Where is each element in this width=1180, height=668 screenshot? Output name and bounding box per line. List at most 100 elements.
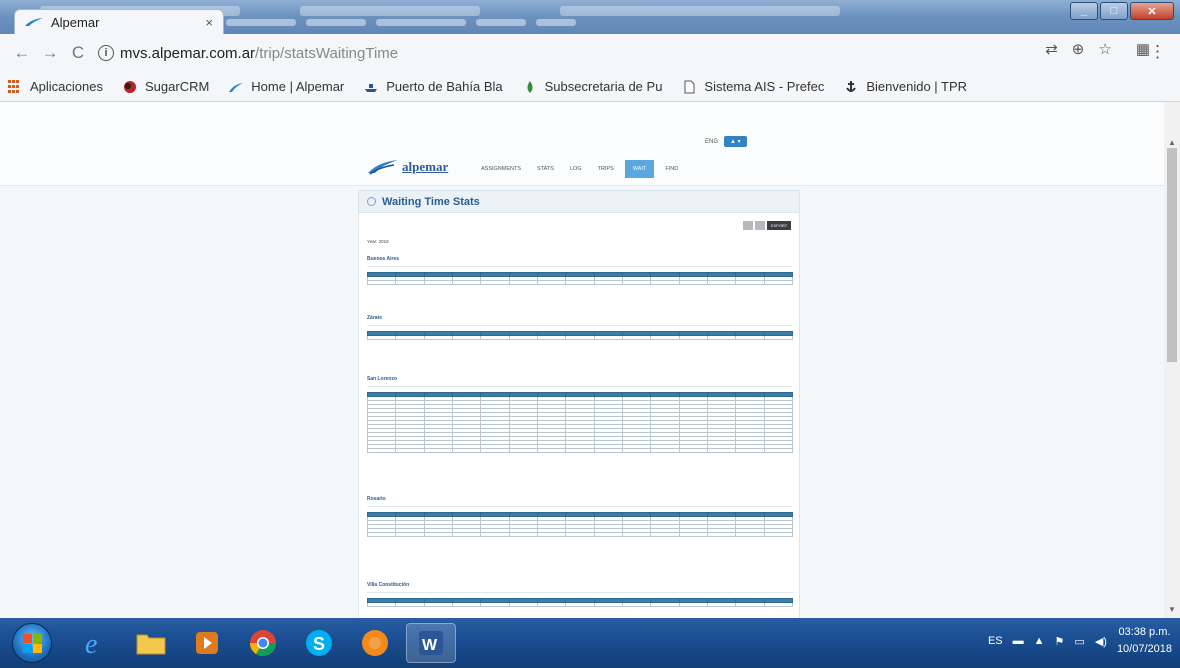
app-nav: ASSIGNMENTS STATS LOG TRIPS WAIT FIND bbox=[476, 160, 683, 178]
internet-explorer-icon: e bbox=[85, 629, 97, 658]
bookmark-sistema-ais[interactable]: Sistema AIS - Prefec bbox=[682, 79, 824, 94]
info-icon[interactable]: i bbox=[98, 45, 114, 61]
start-button[interactable] bbox=[12, 623, 52, 663]
bookmark-apps[interactable]: Aplicaciones bbox=[8, 79, 103, 94]
volume-icon[interactable]: ◀) bbox=[1095, 635, 1107, 648]
keyboard-icon[interactable]: ▬ bbox=[1013, 635, 1024, 647]
taskbar-explorer[interactable] bbox=[126, 623, 176, 663]
bookmark-label: Subsecretaria de Pu bbox=[544, 79, 663, 94]
star-icon[interactable]: ☆ bbox=[1098, 40, 1111, 58]
table-cell bbox=[678, 532, 708, 537]
table-cell bbox=[480, 335, 510, 340]
skype-icon: S bbox=[306, 630, 332, 656]
extension-icon[interactable]: ▦ bbox=[1136, 40, 1150, 58]
port-name: Rosario bbox=[367, 496, 793, 507]
page-scrollbar[interactable]: ▲ ▼ bbox=[1164, 102, 1180, 618]
taskbar-chrome[interactable] bbox=[238, 623, 288, 663]
taskbar-word[interactable]: W bbox=[406, 623, 456, 663]
table-cell bbox=[621, 280, 652, 285]
table-cell bbox=[678, 280, 708, 285]
tool-button[interactable] bbox=[755, 221, 765, 230]
bookmark-bienvenido-tpr[interactable]: Bienvenido | TPR bbox=[844, 79, 967, 94]
language-indicator[interactable]: ES bbox=[988, 635, 1003, 647]
page-icon bbox=[684, 80, 695, 93]
minimize-button[interactable]: _ bbox=[1070, 2, 1098, 20]
table-cell bbox=[621, 448, 652, 453]
maximize-button[interactable]: □ bbox=[1100, 2, 1128, 20]
table-cell bbox=[678, 448, 708, 453]
table-cell bbox=[735, 532, 765, 537]
language-select[interactable]: ENG bbox=[705, 139, 718, 145]
table-cell bbox=[395, 448, 425, 453]
clock-date: 10/07/2018 bbox=[1116, 643, 1172, 655]
network-icon[interactable]: ▭ bbox=[1074, 635, 1084, 648]
nav-find[interactable]: FIND bbox=[660, 162, 683, 176]
window-controls: _ □ ✕ bbox=[1070, 2, 1174, 20]
back-button[interactable]: ← bbox=[8, 43, 36, 63]
table-cell bbox=[508, 532, 538, 537]
scroll-up-icon[interactable]: ▲ bbox=[1168, 138, 1176, 147]
flag-icon[interactable]: ⚑ bbox=[1055, 635, 1065, 648]
table-cell bbox=[650, 335, 680, 340]
nav-trips[interactable]: TRIPS bbox=[593, 162, 619, 176]
clock[interactable]: 03:38 p.m. 10/07/2018 bbox=[1117, 624, 1172, 658]
tab-close-icon[interactable]: × bbox=[205, 15, 213, 30]
bookmark-home-alpemar[interactable]: Home | Alpemar bbox=[229, 79, 344, 94]
table-cell bbox=[706, 280, 737, 285]
bookmark-subsecretaria[interactable]: Subsecretaria de Pu bbox=[523, 79, 663, 94]
scroll-thumb[interactable] bbox=[1167, 148, 1177, 362]
taskbar-skype[interactable]: S bbox=[294, 623, 344, 663]
table-cell bbox=[451, 335, 482, 340]
nav-log[interactable]: LOG bbox=[565, 162, 587, 176]
taskbar-ie[interactable]: e bbox=[70, 623, 120, 663]
table-cell bbox=[395, 335, 425, 340]
reload-button[interactable]: C bbox=[64, 43, 92, 63]
table-cell bbox=[621, 602, 652, 607]
taskbar-media[interactable] bbox=[182, 623, 232, 663]
tool-button[interactable] bbox=[743, 221, 753, 230]
close-window-button[interactable]: ✕ bbox=[1130, 2, 1174, 20]
alpemar-favicon-icon bbox=[25, 18, 43, 26]
scroll-down-icon[interactable]: ▼ bbox=[1168, 605, 1176, 614]
table-cell bbox=[451, 532, 482, 537]
bookmark-sugarcrm[interactable]: SugarCRM bbox=[123, 79, 209, 94]
table-cell bbox=[366, 532, 397, 537]
tab-title: Alpemar bbox=[51, 14, 100, 30]
table-cell bbox=[678, 602, 708, 607]
address-bar[interactable]: i mvs.alpemar.com.ar /trip/statsWaitingT… bbox=[98, 38, 1138, 68]
table-cell bbox=[536, 448, 567, 453]
tray-arrow-icon[interactable]: ▲ bbox=[1034, 635, 1045, 647]
table-cell bbox=[621, 335, 652, 340]
table-cell bbox=[366, 335, 397, 340]
table-cell bbox=[536, 280, 567, 285]
tab-alpemar[interactable]: Alpemar × bbox=[14, 9, 224, 34]
folder-icon bbox=[136, 634, 166, 655]
translate-icon[interactable]: ⇄ bbox=[1045, 40, 1058, 58]
bookmark-label: Sistema AIS - Prefec bbox=[704, 79, 825, 94]
zoom-icon[interactable]: ⊕ bbox=[1072, 40, 1085, 58]
alpemar-logo[interactable]: alpemar bbox=[368, 159, 448, 175]
table-cell bbox=[565, 335, 595, 340]
table-cell bbox=[763, 335, 794, 340]
table-cell bbox=[536, 602, 567, 607]
url-host: mvs.alpemar.com.ar bbox=[120, 44, 256, 62]
nav-assignments[interactable]: ASSIGNMENTS bbox=[476, 162, 526, 176]
taskbar-app-orange[interactable] bbox=[350, 623, 400, 663]
table-row bbox=[366, 602, 794, 607]
nav-stats[interactable]: STATS bbox=[532, 162, 559, 176]
taskbar: e S W ES ▬ ▲ ⚑ ▭ ◀) 03:38 p.m. 10/07/201… bbox=[0, 618, 1180, 668]
menu-icon[interactable]: ⋮ bbox=[1149, 42, 1166, 62]
table-cell bbox=[735, 602, 765, 607]
svg-text:e: e bbox=[85, 629, 97, 658]
table-cell bbox=[480, 280, 510, 285]
stats-table bbox=[366, 272, 794, 285]
bookmark-puerto-bahia[interactable]: Puerto de Bahía Bla bbox=[364, 79, 503, 94]
table-cell bbox=[451, 448, 482, 453]
user-menu-button[interactable]: ▲ ▾ bbox=[724, 136, 747, 147]
stats-table bbox=[366, 392, 794, 453]
nav-wait[interactable]: WAIT bbox=[624, 160, 655, 178]
table-cell bbox=[621, 532, 652, 537]
app-icon bbox=[362, 630, 388, 656]
export-button[interactable]: EXPORT bbox=[767, 221, 791, 230]
forward-button[interactable]: → bbox=[36, 43, 64, 63]
